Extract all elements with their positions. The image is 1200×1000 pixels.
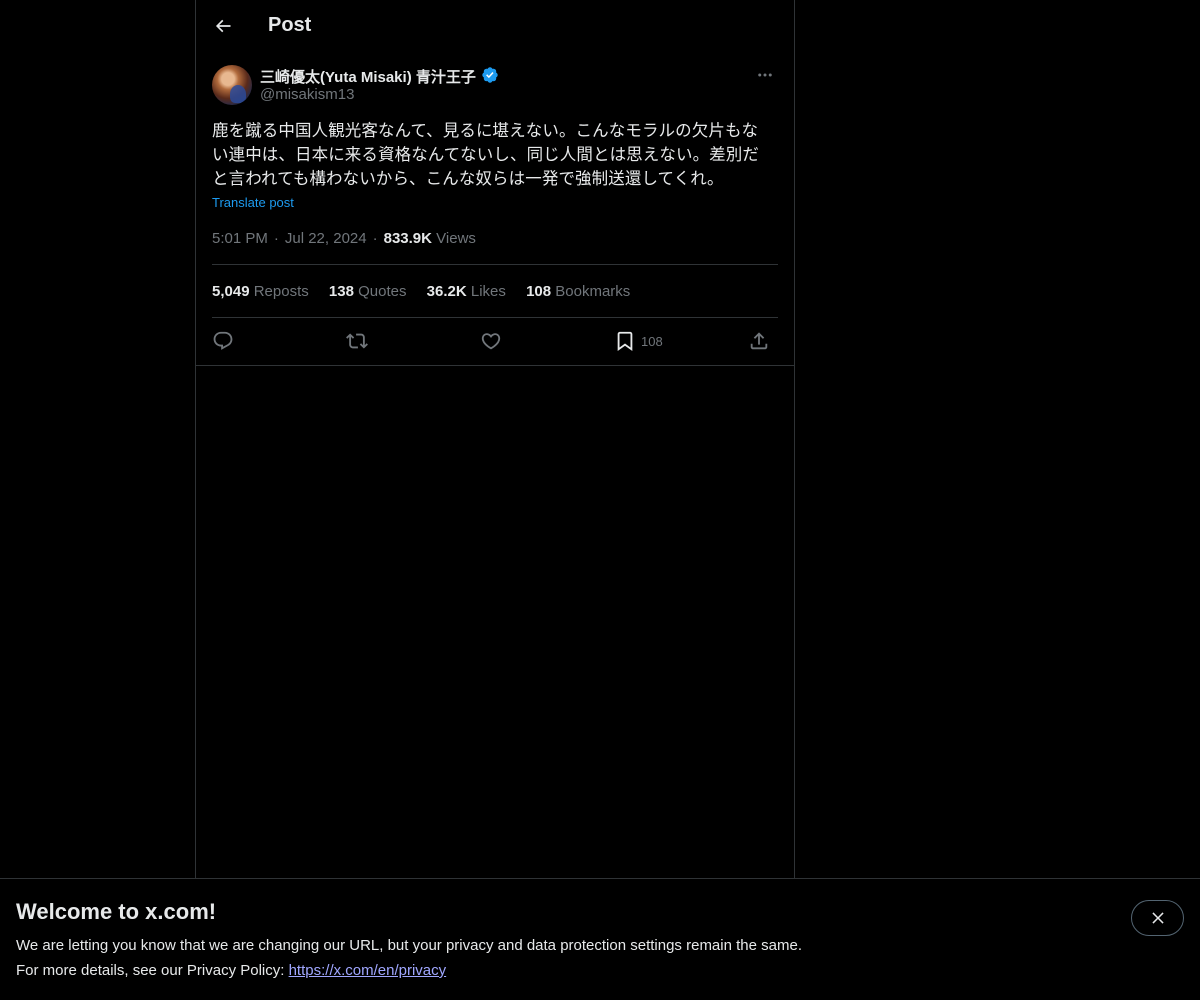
- bookmark-button[interactable]: 108: [614, 328, 663, 354]
- banner-privacy-line: For more details, see our Privacy Policy…: [16, 962, 446, 979]
- banner-message: We are letting you know that we are chan…: [16, 937, 802, 954]
- reposts-count: 5,049: [212, 283, 250, 300]
- reply-button[interactable]: [212, 328, 234, 354]
- verified-badge-icon[interactable]: [481, 66, 499, 84]
- banner-title: Welcome to x.com!: [16, 899, 217, 924]
- post-text-line: と言われても構わないから、こんな奴らは一発で強制送還してくれ。: [212, 170, 724, 188]
- translate-post-link[interactable]: Translate post: [212, 195, 294, 210]
- bookmarks-count: 108: [526, 283, 552, 300]
- close-icon: [1151, 912, 1164, 924]
- views-label: Views: [436, 230, 476, 247]
- welcome-banner: Welcome to x.com! We are letting you kno…: [0, 878, 1200, 1000]
- reposts-stat[interactable]: 5,049 Reposts: [212, 283, 309, 300]
- heart-icon: [481, 333, 501, 350]
- more-horizontal-icon: [758, 73, 772, 77]
- quotes-count: 138: [328, 283, 354, 300]
- page-header: Post: [196, 0, 794, 54]
- quotes-stat[interactable]: 138 Quotes: [329, 283, 407, 300]
- like-button[interactable]: [480, 328, 502, 354]
- arrow-left-icon: [215, 19, 231, 33]
- bookmarks-stat[interactable]: 108 Bookmarks: [526, 283, 630, 300]
- share-button[interactable]: [748, 328, 770, 354]
- divider: [196, 365, 794, 366]
- reposts-label: Reposts: [253, 283, 309, 300]
- post-metadata: 5:01 PM · Jul 22, 2024 · 833.9K Views: [212, 230, 476, 247]
- meta-separator: ·: [273, 230, 279, 247]
- likes-count: 36.2K: [426, 283, 467, 300]
- repost-icon: [346, 333, 368, 349]
- divider: [212, 317, 778, 318]
- author-handle[interactable]: @misakism13: [260, 86, 354, 103]
- likes-label: Likes: [470, 283, 506, 300]
- post-author: 三崎優太(Yuta Misaki) 青汁王子 @misakism13: [212, 64, 778, 108]
- page-title: Post: [268, 14, 312, 36]
- post-column: Post 三崎優太(Yuta Misaki) 青汁王子 @misakism13 …: [195, 0, 795, 1000]
- divider: [212, 264, 778, 265]
- bookmark-icon: [617, 331, 633, 352]
- views-count: 833.9K: [383, 230, 432, 247]
- more-options-button[interactable]: [752, 64, 778, 86]
- meta-separator: ·: [372, 230, 378, 247]
- quotes-label: Quotes: [358, 283, 407, 300]
- post-text: 鹿を蹴る中国人観光客なんて、見るに堪えない。こんなモラルの欠片もな い連中は、日…: [212, 119, 778, 191]
- likes-stat[interactable]: 36.2K Likes: [427, 283, 506, 300]
- post-actions: 108: [212, 328, 778, 354]
- avatar[interactable]: [212, 65, 252, 105]
- post-text-line: い連中は、日本に来る資格なんてないし、同じ人間とは思えない。差別だ: [212, 146, 759, 164]
- bookmarks-label: Bookmarks: [555, 283, 631, 300]
- post-stats: 5,049 Reposts 138 Quotes 36.2K Likes 108…: [212, 283, 646, 300]
- banner-privacy-prefix: For more details, see our Privacy Policy…: [16, 962, 289, 979]
- bookmark-action-count: 108: [641, 333, 663, 349]
- close-banner-button[interactable]: [1131, 900, 1184, 936]
- post-text-line: 鹿を蹴る中国人観光客なんて、見るに堪えない。こんなモラルの欠片もな: [212, 122, 759, 140]
- post-date[interactable]: Jul 22, 2024: [285, 230, 367, 247]
- author-display-name[interactable]: 三崎優太(Yuta Misaki) 青汁王子: [260, 66, 476, 87]
- post-time[interactable]: 5:01 PM: [212, 230, 268, 247]
- back-button[interactable]: [206, 9, 240, 43]
- repost-button[interactable]: [346, 328, 368, 354]
- privacy-policy-link[interactable]: https://x.com/en/privacy: [289, 962, 447, 979]
- share-icon: [750, 332, 768, 350]
- reply-icon: [213, 331, 233, 350]
